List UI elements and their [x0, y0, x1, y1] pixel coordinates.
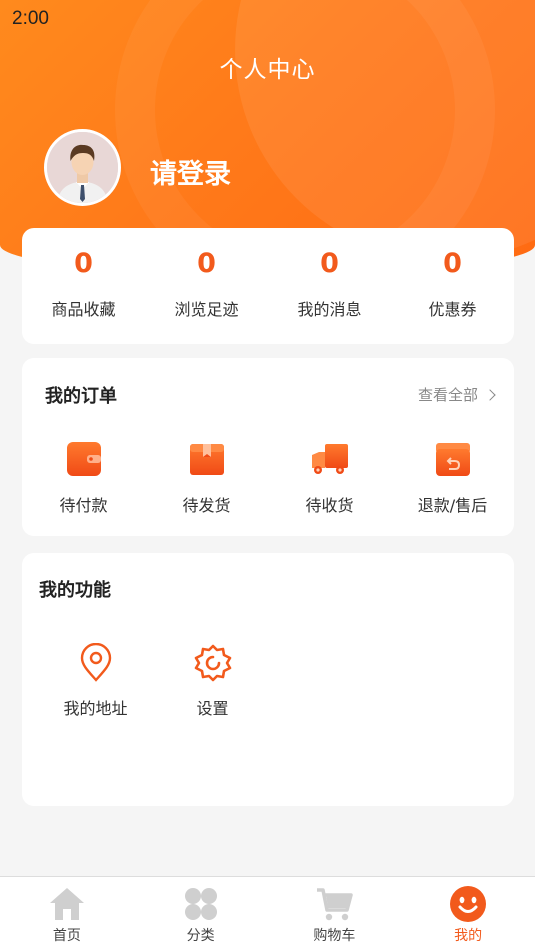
bottom-tab-bar: 首页 分类 购物车 我的	[0, 876, 535, 951]
orders-title: 我的订单	[45, 386, 117, 407]
stat-coupons[interactable]: 0 优惠券	[391, 228, 514, 344]
tab-mine[interactable]: 我的	[401, 877, 535, 951]
stat-label: 浏览足迹	[174, 300, 239, 319]
truck-icon	[311, 444, 348, 474]
stat-value: 0	[443, 248, 462, 279]
stat-label: 我的消息	[297, 300, 362, 319]
location-pin-icon	[80, 643, 111, 682]
order-pending-shipment[interactable]: 待发货	[145, 440, 268, 516]
order-refund-aftersale[interactable]: 退款/售后	[391, 440, 514, 516]
view-all-orders-link[interactable]: 查看全部	[417, 384, 496, 405]
orders-card: 我的订单 查看全部 待付款 待发货 待收货 退款/售后	[22, 358, 514, 536]
order-pending-receipt[interactable]: 待收货	[268, 440, 391, 516]
stat-value: 0	[74, 248, 93, 279]
functions-card: 我的功能 我的地址 设置	[22, 553, 514, 806]
function-my-address[interactable]: 我的地址	[37, 643, 154, 719]
view-all-label: 查看全部	[417, 386, 478, 404]
page-title: 个人中心	[219, 57, 316, 83]
category-icon	[184, 888, 217, 920]
tab-label: 我的	[454, 928, 483, 944]
order-label: 待发货	[182, 496, 231, 515]
tab-home[interactable]: 首页	[0, 877, 134, 951]
order-label: 退款/售后	[417, 496, 488, 515]
refund-icon	[435, 443, 470, 476]
tab-label: 首页	[52, 928, 81, 944]
stat-value: 0	[197, 248, 216, 279]
chevron-right-icon	[484, 388, 496, 401]
functions-title: 我的功能	[39, 580, 111, 601]
login-link[interactable]: 请登录	[150, 152, 231, 191]
tab-label: 分类	[186, 928, 215, 944]
stat-favorites[interactable]: 0 商品收藏	[22, 228, 145, 344]
function-label: 我的地址	[63, 699, 128, 718]
cart-icon	[317, 888, 354, 921]
stat-label: 优惠券	[428, 300, 477, 319]
package-icon	[189, 444, 224, 475]
stat-history[interactable]: 0 浏览足迹	[145, 228, 268, 344]
smiley-icon	[450, 886, 487, 922]
order-label: 待付款	[59, 496, 108, 515]
tab-cart[interactable]: 购物车	[268, 877, 402, 951]
tab-category[interactable]: 分类	[134, 877, 268, 951]
stat-messages[interactable]: 0 我的消息	[268, 228, 391, 344]
order-pending-payment[interactable]: 待付款	[22, 440, 145, 516]
tab-label: 购物车	[313, 928, 356, 944]
stat-label: 商品收藏	[51, 300, 116, 319]
user-avatar-icon	[47, 132, 118, 203]
wallet-icon	[66, 442, 101, 476]
function-label: 设置	[196, 699, 229, 718]
avatar[interactable]	[44, 129, 121, 206]
status-bar-time: 2:00	[12, 8, 49, 29]
settings-gear-icon	[194, 644, 231, 682]
home-icon	[49, 888, 84, 920]
order-label: 待收货	[305, 496, 354, 515]
function-settings[interactable]: 设置	[154, 643, 271, 719]
stats-card: 0 商品收藏 0 浏览足迹 0 我的消息 0 优惠券	[22, 228, 514, 344]
stat-value: 0	[320, 248, 339, 279]
